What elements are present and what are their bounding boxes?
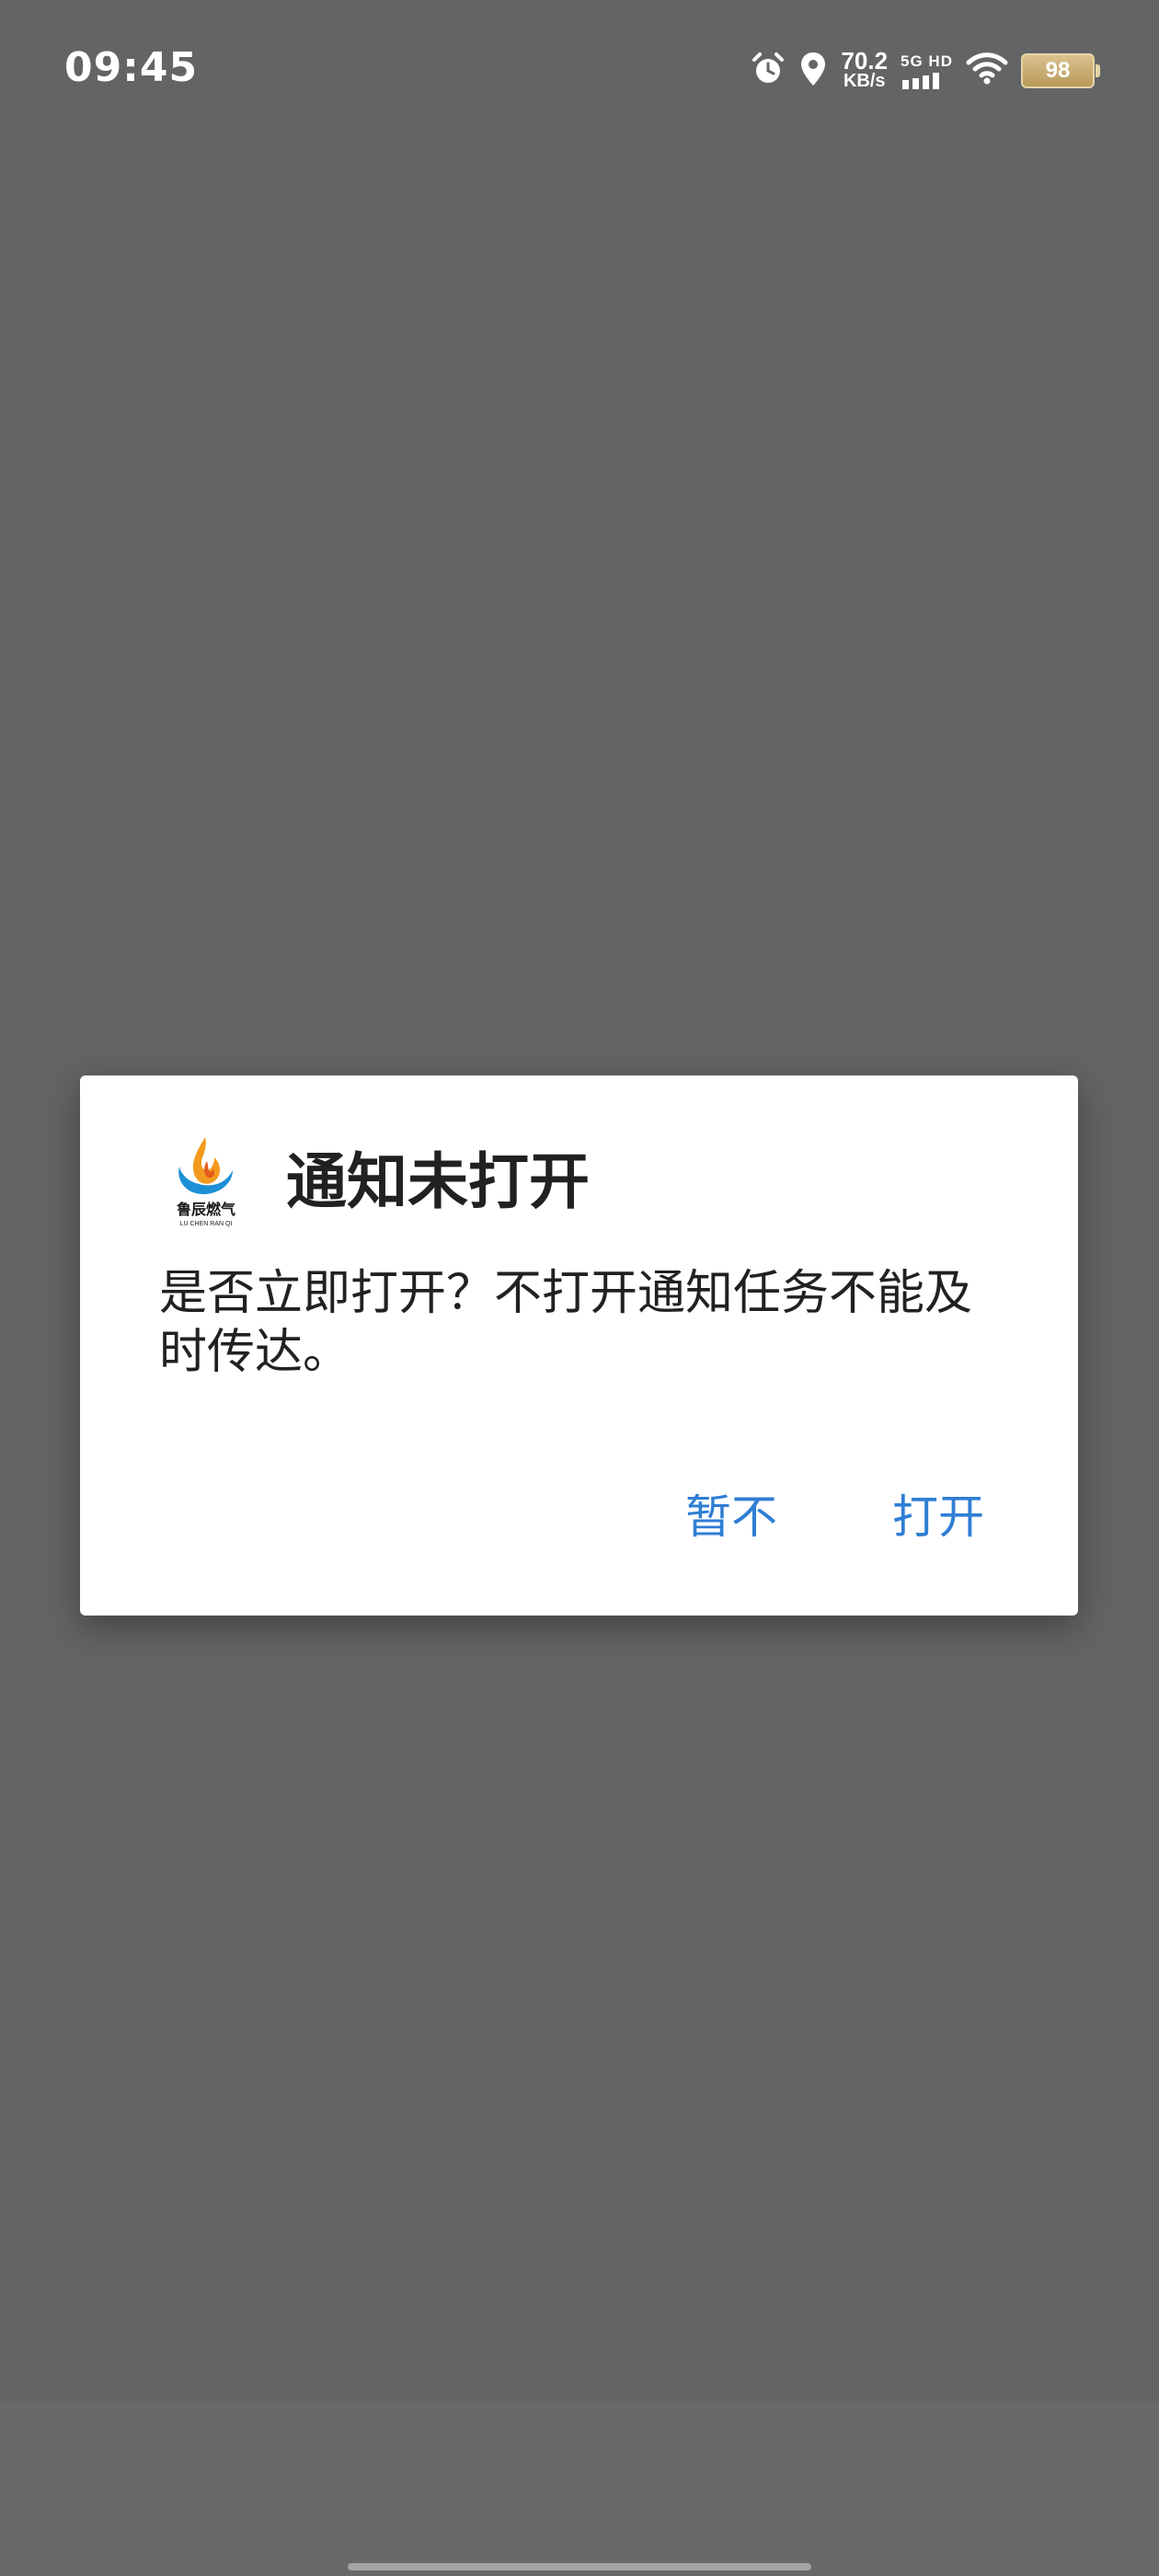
status-bar: 09:45 70.2 KB/s 5G HD 98: [0, 0, 1159, 138]
logo-text: 鲁辰燃气: [176, 1201, 235, 1218]
wifi-icon: [966, 52, 1008, 90]
notification-dialog: 鲁辰燃气 LU CHEN RAN QI 通知未打开 是否立即打开？不打开通知任务…: [80, 1075, 1078, 1616]
cellular-signal: 5G HD: [901, 52, 953, 89]
status-time: 09:45: [64, 44, 199, 91]
not-now-button[interactable]: 暂不: [685, 1480, 777, 1547]
dialog-message: 是否立即打开？不打开通知任务不能及时传达。: [159, 1266, 973, 1380]
navigation-bar: [0, 2401, 1159, 2576]
home-indicator[interactable]: [348, 2563, 811, 2570]
app-logo: 鲁辰燃气 LU CHEN RAN QI: [172, 1133, 240, 1229]
network-speed: 70.2 KB/s: [841, 47, 889, 91]
open-button[interactable]: 打开: [892, 1480, 984, 1547]
alarm-icon: [751, 52, 786, 90]
cellular-signal-icon: [902, 73, 940, 89]
network-speed-unit: KB/s: [843, 71, 886, 91]
battery-icon: 98: [1021, 53, 1100, 88]
network-speed-value: 70.2: [841, 47, 889, 75]
location-icon: [798, 51, 828, 91]
status-icons: 70.2 KB/s 5G HD 98: [751, 46, 1100, 96]
logo-subtext: LU CHEN RAN QI: [180, 1221, 233, 1227]
dialog-title: 通知未打开: [286, 1146, 590, 1217]
signal-label: 5G HD: [901, 52, 953, 70]
